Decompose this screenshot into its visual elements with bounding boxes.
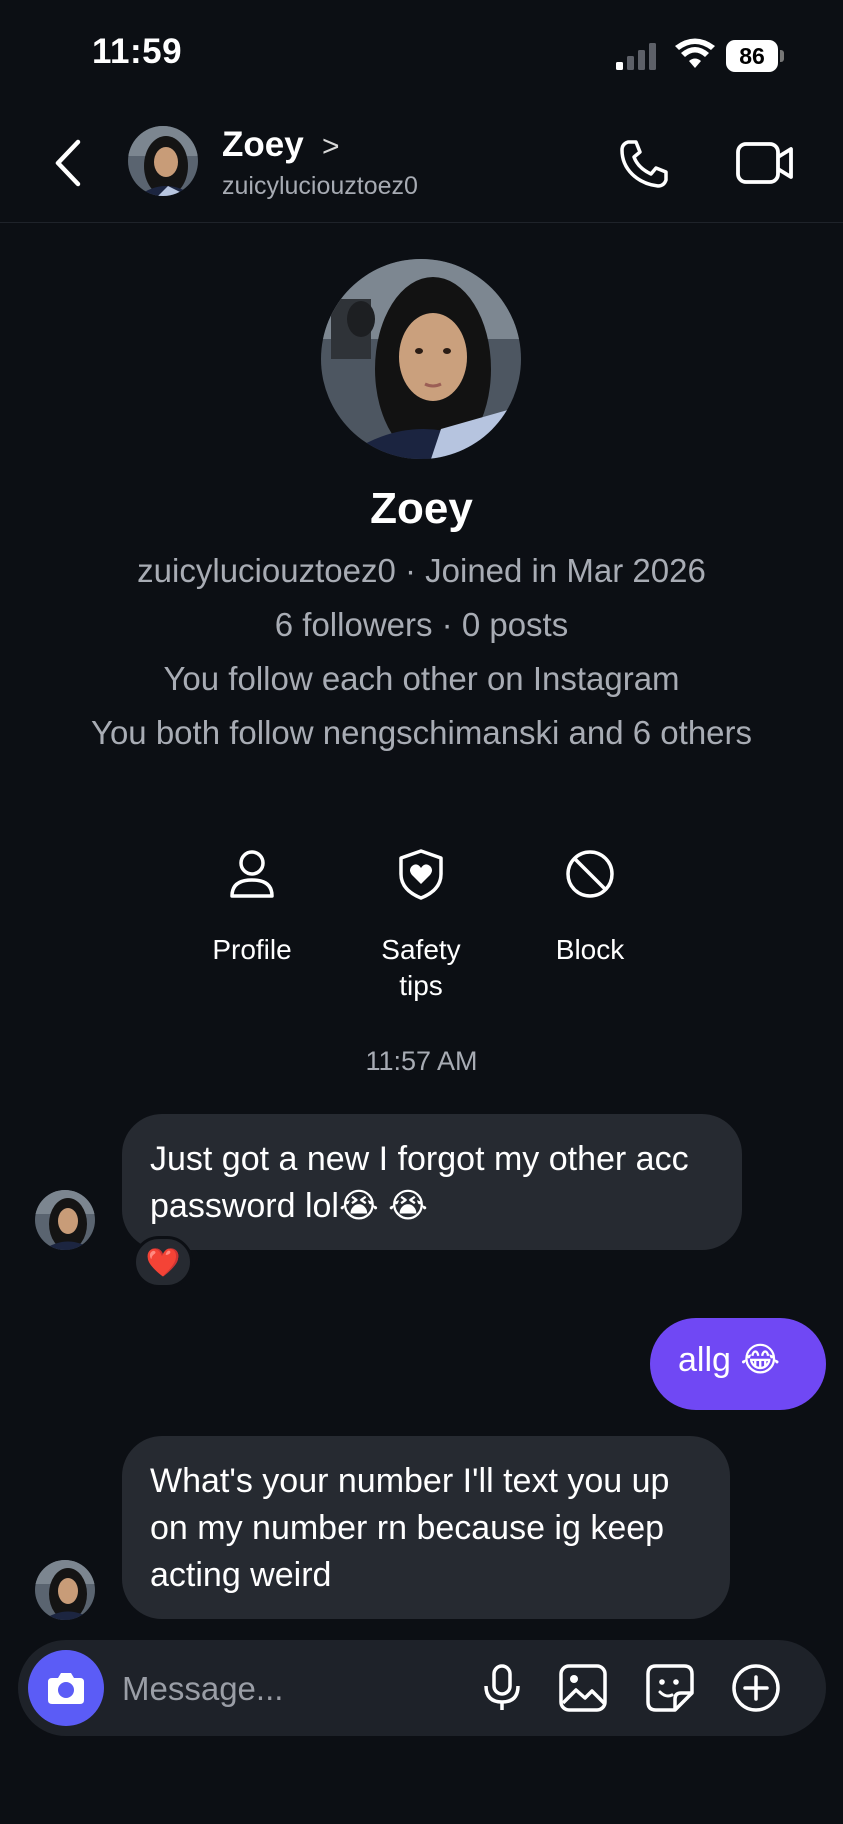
sender-avatar[interactable] — [35, 1190, 95, 1250]
cellular-signal-icon — [616, 43, 656, 70]
battery-level: 86 — [726, 40, 778, 72]
sticker-icon[interactable] — [645, 1663, 695, 1713]
profile-photo — [321, 259, 521, 459]
incoming-message-bubble[interactable]: Just got a new I forgot my other acc pas… — [122, 1114, 742, 1250]
header-divider — [0, 222, 843, 223]
back-arrow-icon[interactable] — [50, 138, 86, 188]
gallery-icon[interactable] — [558, 1663, 608, 1713]
shield-heart-icon — [399, 849, 443, 900]
profile-mutual-follow: You follow each other on Instagram — [163, 660, 680, 697]
header-username: zuicyluciouztoez0 — [222, 172, 418, 200]
block-label: Block — [555, 934, 625, 965]
message-timestamp: 11:57 AM — [365, 1046, 478, 1076]
safety-tips-button[interactable]: Safety tips — [341, 848, 501, 1008]
profile-mutual-followers: You both follow nengschimanski and 6 oth… — [90, 714, 753, 751]
profile-followers-posts: 6 followers · 0 posts — [274, 606, 569, 643]
battery-tip — [780, 50, 784, 62]
heart-reaction-icon[interactable]: ❤️ — [133, 1236, 193, 1288]
incoming-message-bubble[interactable]: What's your number I'll text you up on m… — [122, 1436, 730, 1619]
profile-name: Zoey — [370, 484, 473, 533]
safety-tips-label: Safety tips — [381, 934, 461, 1001]
phone-call-icon[interactable] — [618, 138, 670, 190]
add-plus-icon[interactable] — [731, 1663, 781, 1713]
outgoing-message-bubble[interactable]: allg 😂 — [650, 1318, 826, 1410]
sender-avatar-photo — [35, 1190, 95, 1250]
wifi-icon — [675, 38, 715, 68]
block-button[interactable]: Block — [510, 848, 670, 1008]
profile-username-joined: zuicyluciouztoez0 · Joined in Mar 2026 — [137, 552, 706, 589]
profile-action-button[interactable]: Profile — [172, 848, 332, 1008]
video-call-icon[interactable] — [736, 140, 794, 186]
person-icon — [230, 850, 274, 898]
profile-action-label: Profile — [212, 934, 292, 965]
chevron-right-icon[interactable]: > — [322, 130, 340, 164]
camera-icon — [48, 1673, 84, 1704]
message-input[interactable] — [122, 1664, 452, 1714]
avatar-photo — [128, 126, 198, 196]
block-icon — [566, 850, 614, 898]
camera-button[interactable] — [28, 1650, 104, 1726]
header-contact-name[interactable]: Zoey — [222, 125, 304, 165]
sender-avatar[interactable] — [35, 1560, 95, 1620]
header-avatar[interactable] — [128, 126, 198, 196]
status-time: 11:59 — [92, 32, 183, 71]
microphone-icon[interactable] — [477, 1663, 527, 1713]
battery-indicator: 86 — [726, 40, 784, 72]
sender-avatar-photo — [35, 1560, 95, 1620]
profile-avatar[interactable] — [321, 259, 521, 459]
